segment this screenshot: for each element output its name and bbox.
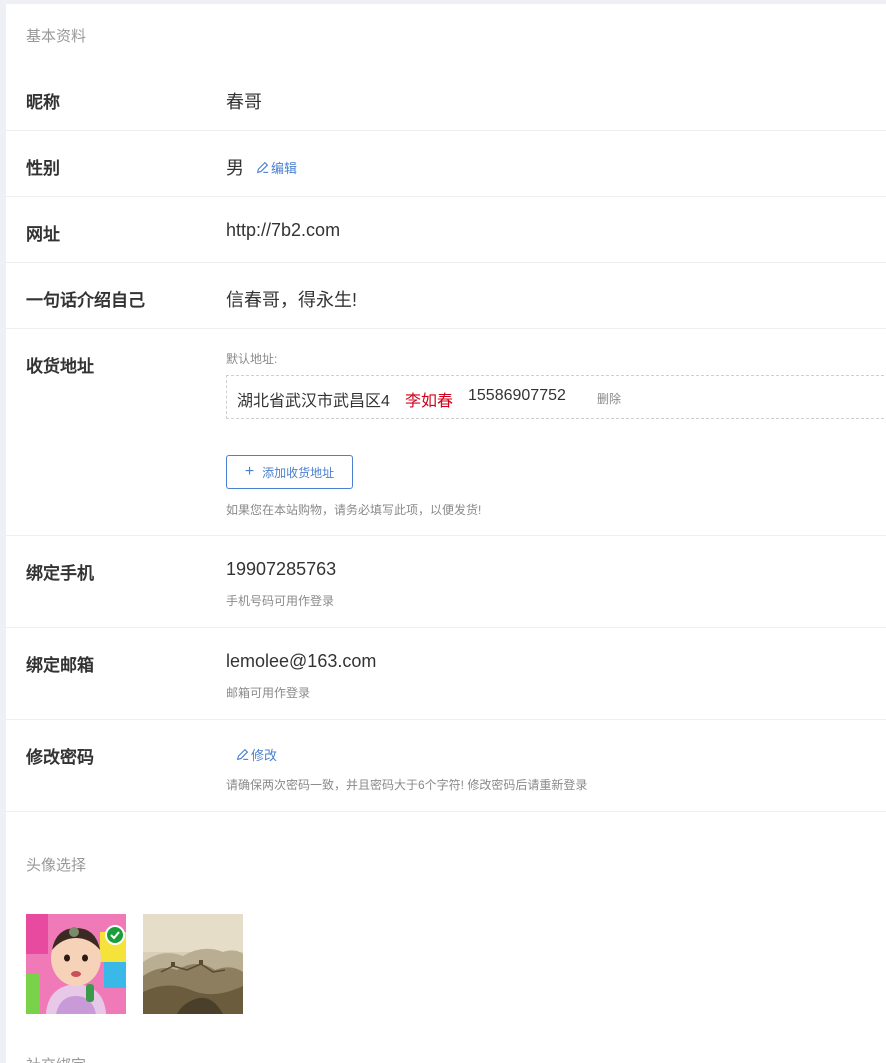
avatar-section-title: 头像选择 [26,857,87,874]
nickname-label: 昵称 [26,93,60,112]
avatar-option-baby[interactable] [26,914,126,1014]
default-address-label: 默认地址: [226,352,278,366]
email-hint: 邮箱可用作登录 [226,686,311,700]
password-label: 修改密码 [26,748,94,767]
phone-hint: 手机号码可用作登录 [226,594,335,608]
website-label: 网址 [26,225,60,244]
profile-settings-page: 基本资料 昵称 春哥 性别 男 编辑 网址 http://7b2.com 一句话… [0,0,886,1063]
avatar-option-great-wall[interactable] [143,914,243,1014]
add-address-button[interactable]: + 添加收货地址 [226,455,353,489]
password-edit-wrap: 修改 [236,745,277,766]
address-card: 湖北省武汉市武昌区4 李如春 15586907752 删除 [226,375,886,419]
plus-icon: + [244,463,255,480]
basic-info-section-title: 基本资料 [26,28,87,45]
password-row: 修改密码 修改 请确保两次密码一致，并且密码大于6个字符! 修改密码后请重新登录 [6,720,886,812]
address-label: 收货地址 [26,357,94,376]
address-delete-link[interactable]: 删除 [597,390,621,407]
gender-value-wrap: 男 编辑 [226,154,297,180]
phone-row: 绑定手机 19907285763 手机号码可用作登录 [6,536,886,628]
website-row: 网址 http://7b2.com [6,197,886,263]
pencil-icon [256,161,269,173]
bio-label: 一句话介绍自己 [26,291,145,310]
gender-value: 男 [226,158,244,178]
pencil-icon [236,748,249,761]
address-row: 收货地址 默认地址: 湖北省武汉市武昌区4 李如春 15586907752 删除… [6,329,886,536]
address-hint: 如果您在本站购物，请务必填写此项，以便发货! [226,503,482,517]
address-phone: 15586907752 [468,387,566,404]
gender-label: 性别 [26,159,60,178]
email-row: 绑定邮箱 lemolee@163.com 邮箱可用作登录 [6,628,886,720]
email-value: lemolee@163.com [226,651,377,671]
gender-edit-link[interactable]: 编辑 [256,158,297,177]
add-address-label: 添加收货地址 [262,465,335,480]
nickname-row: 昵称 春哥 [6,65,886,131]
website-value: http://7b2.com [226,220,341,240]
nickname-value: 春哥 [226,92,262,112]
top-border [0,0,886,4]
password-edit-label: 修改 [251,748,278,763]
password-edit-link[interactable]: 修改 [236,745,277,764]
gender-row: 性别 男 编辑 [6,131,886,197]
selected-check-icon [105,925,125,945]
address-location: 湖北省武汉市武昌区4 [237,393,390,410]
phone-label: 绑定手机 [26,564,94,583]
phone-value: 19907285763 [226,559,337,579]
great-wall-photo-image [143,914,243,1014]
address-recipient: 李如春 [405,393,454,410]
email-label: 绑定邮箱 [26,656,94,675]
bio-row: 一句话介绍自己 信春哥，得永生! [6,263,886,329]
bio-value: 信春哥，得永生! [226,290,358,310]
gender-edit-label: 编辑 [271,160,298,176]
password-hint: 请确保两次密码一致，并且密码大于6个字符! 修改密码后请重新登录 [226,778,588,792]
social-section-title: 社交绑定 [26,1054,86,1063]
